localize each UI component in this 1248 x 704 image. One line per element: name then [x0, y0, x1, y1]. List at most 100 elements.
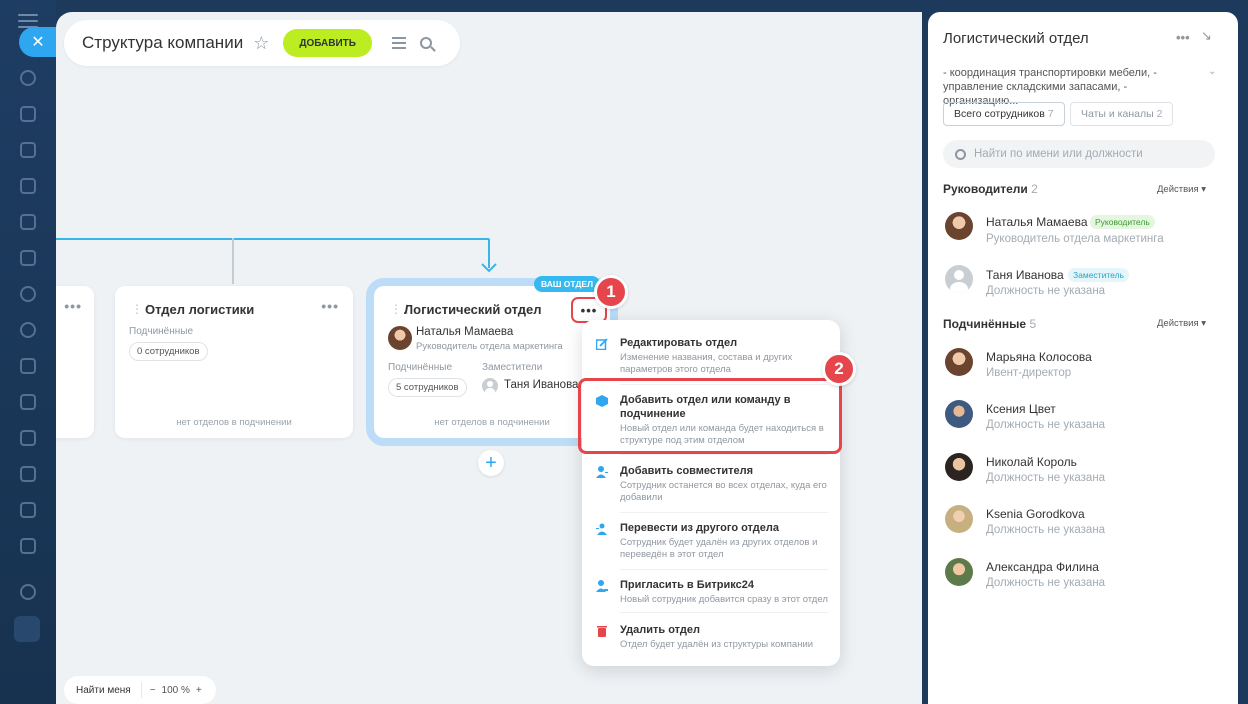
department-title: Отдел логистики [145, 302, 255, 317]
star-icon[interactable]: ☆ [253, 33, 269, 54]
head-name[interactable]: Таня Иванова [986, 268, 1064, 282]
your-department-badge: ВАШ ОТДЕЛ [534, 276, 601, 292]
department-card-logistics[interactable]: ⋮⋮ Отдел логистики ••• Подчинённые 0 сот… [115, 286, 353, 438]
avatar[interactable] [945, 348, 973, 376]
zoom-level: 100 % [161, 684, 190, 696]
avatar[interactable] [945, 558, 973, 586]
tasks-icon[interactable] [20, 106, 36, 122]
users-icon[interactable] [20, 322, 36, 338]
employee-search-input[interactable]: Найти по имени или должности [943, 140, 1215, 168]
avatar[interactable] [945, 265, 973, 293]
menu-item-desc: Отдел будет удалён из структуры компании [620, 639, 814, 650]
avatar[interactable] [945, 505, 973, 533]
department-card-partial[interactable]: ••• [56, 286, 94, 438]
heads-actions-button[interactable]: Действия ▾ [1157, 184, 1206, 195]
menu-item-title: Добавить совместителя [620, 465, 754, 477]
pen-icon[interactable] [20, 358, 36, 374]
employee-role: Должность не указана [986, 577, 1106, 589]
tab-count: 2 [1156, 108, 1163, 120]
zoom-out-button[interactable]: − [150, 685, 156, 696]
section-label: Подчинённые [943, 317, 1027, 331]
more-icon[interactable]: ••• [64, 298, 82, 314]
robot-icon[interactable] [20, 466, 36, 482]
checklist-icon[interactable] [20, 394, 36, 410]
employee-name[interactable]: Ksenia Gorodkova [986, 507, 1085, 521]
edit-icon [596, 338, 608, 350]
canvas-toolbar: Структура компании ☆ ДОБАВИТЬ [64, 20, 460, 66]
employee-name[interactable]: Ксения Цвет [986, 402, 1056, 416]
subordinates-actions-button[interactable]: Действия ▾ [1157, 318, 1206, 329]
tab-label: Всего сотрудников [954, 108, 1045, 120]
employee-name[interactable]: Александра Филина [986, 560, 1099, 574]
employee-name[interactable]: Марьяна Колосова [986, 350, 1092, 364]
settings-icon[interactable] [20, 584, 36, 600]
chevron-down-icon[interactable]: ⌄ [1208, 66, 1216, 77]
card-icon[interactable] [20, 502, 36, 518]
list-menu-icon[interactable] [391, 34, 406, 52]
menu-item-title: Перевести из другого отдела [620, 522, 779, 534]
target-icon[interactable] [20, 286, 36, 302]
head-name[interactable]: Наталья Мамаева [416, 326, 513, 338]
subordinates-label: Подчинённые [129, 326, 194, 337]
highlight-box [578, 378, 842, 454]
deputy-avatar[interactable] [482, 378, 498, 394]
calendar-icon[interactable] [20, 430, 36, 446]
document-icon[interactable] [20, 214, 36, 230]
department-detail-panel: Логистический отдел ••• ↘ - координация … [928, 12, 1238, 704]
collapse-icon[interactable]: ↘ [1201, 28, 1212, 44]
menu-icon[interactable] [18, 14, 38, 28]
more-icon[interactable]: ••• [1176, 30, 1190, 45]
panel-title: Логистический отдел [943, 30, 1089, 47]
head-avatar[interactable] [388, 326, 412, 350]
add-subdepartment-button[interactable]: + [478, 450, 504, 476]
find-me-button[interactable]: Найти меня [64, 682, 142, 698]
employee-name[interactable]: Николай Король [986, 455, 1077, 469]
page-title: Структура компании [82, 33, 244, 52]
tab-count: 7 [1047, 108, 1054, 120]
cart-icon[interactable] [20, 538, 36, 554]
trash-icon [597, 626, 607, 637]
department-title: Логистический отдел [404, 302, 542, 317]
employee-role: Должность не указана [986, 472, 1106, 484]
menu-divider [620, 454, 828, 455]
search-icon [955, 148, 966, 160]
connector-line [232, 238, 234, 284]
subordinates-label: Подчинённые [388, 362, 453, 373]
tab-all-employees[interactable]: Всего сотрудников 7 [943, 102, 1065, 126]
heads-section-title: Руководители 2 [943, 182, 1038, 196]
zoom-control: − 100 % + [142, 685, 202, 696]
menu-item-title: Пригласить в Битрикс24 [620, 579, 754, 591]
tab-label: Чаты и каналы [1081, 108, 1154, 120]
video-icon[interactable] [20, 250, 36, 266]
head-role: Руководитель отдела маркетинга [986, 233, 1164, 245]
menu-item-title: Удалить отдел [620, 624, 700, 636]
head-role: Должность не указана [986, 285, 1106, 297]
add-button[interactable]: ДОБАВИТЬ [283, 29, 372, 57]
avatar[interactable] [945, 212, 973, 240]
section-label: Руководители [943, 182, 1028, 196]
avatar[interactable] [945, 400, 973, 428]
search-icon[interactable] [419, 37, 432, 49]
employees-count-pill[interactable]: 0 сотрудников [129, 342, 208, 361]
menu-item-desc: Новый сотрудник добавится сразу в этот о… [620, 594, 828, 605]
subordinates-section-title: Подчинённые 5 [943, 317, 1036, 331]
structure-canvas: Структура компании ☆ ДОБАВИТЬ ••• ⋮⋮ Отд… [56, 12, 922, 704]
more-icon[interactable]: ••• [321, 298, 339, 314]
arrow-down-icon [481, 263, 497, 273]
avatar[interactable] [945, 453, 973, 481]
chat-icon[interactable] [20, 142, 36, 158]
close-slider-button[interactable]: ✕ [19, 27, 57, 57]
menu-item-title: Редактировать отдел [620, 337, 738, 349]
section-count: 2 [1031, 182, 1038, 196]
section-count: 5 [1029, 317, 1037, 331]
no-subdepartments-text: нет отделов в подчинении [434, 417, 550, 428]
zoom-in-button[interactable]: + [196, 685, 202, 696]
employees-count-pill[interactable]: 5 сотрудников [388, 378, 467, 397]
pulse-icon[interactable] [20, 70, 36, 86]
actions-label: Действия [1157, 184, 1199, 195]
head-name[interactable]: Наталья Мамаева [986, 215, 1088, 229]
rail-square-button[interactable] [14, 616, 40, 642]
tab-chats-channels[interactable]: Чаты и каналы 2 [1070, 102, 1174, 126]
deputy-name[interactable]: Таня Иванова [504, 379, 578, 391]
disk-icon[interactable] [20, 178, 36, 194]
